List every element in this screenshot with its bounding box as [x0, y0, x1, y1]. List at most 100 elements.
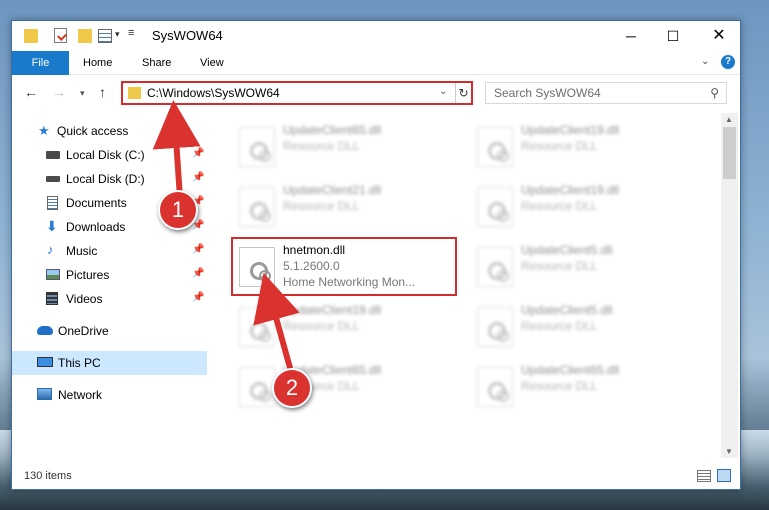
address-row: ← → ▾ ↑ C:\Windows\SysWOW64 ⌄ ↻ ⚲ — [12, 79, 740, 109]
documents-icon — [47, 196, 58, 210]
sidebar-item-label: Local Disk (D:) — [66, 172, 145, 186]
tab-file[interactable]: File — [12, 51, 69, 75]
file-name: UpdateClient21.dll — [283, 183, 382, 197]
sidebar-item-videos[interactable]: Videos 📌 — [12, 287, 207, 311]
downloads-icon: ⬇ — [46, 218, 58, 234]
new-folder-icon[interactable] — [78, 29, 92, 43]
expand-ribbon-icon[interactable]: ⌄ — [701, 56, 709, 67]
scroll-down-icon[interactable]: ▼ — [725, 447, 733, 456]
file-tile[interactable]: UpdateClient5.dll Resource DLL — [469, 239, 689, 295]
pin-icon: 📌 — [192, 172, 205, 183]
customize-toolbar-icon[interactable]: ≡ — [128, 27, 134, 43]
file-type: Resource DLL — [521, 319, 598, 333]
sidebar-item-local-disk-c[interactable]: Local Disk (C:) 📌 — [12, 143, 207, 167]
sidebar-item-label: Pictures — [66, 268, 110, 282]
forward-arrow-icon[interactable]: → — [52, 84, 66, 100]
sidebar-item-music[interactable]: ♪ Music 📌 — [12, 239, 207, 263]
file-tile[interactable]: UpdateClient65.dll Resource DLL — [231, 119, 451, 175]
onedrive-icon — [37, 326, 53, 335]
file-type: Resource DLL — [283, 319, 360, 333]
file-type: Resource DLL — [521, 139, 598, 153]
dll-file-icon — [239, 367, 275, 407]
network-icon — [37, 388, 52, 400]
dll-file-icon — [477, 187, 513, 227]
navigation-pane: ★ Quick access Local Disk (C:) 📌 Local D… — [12, 113, 207, 458]
step-2-badge: 2 — [272, 368, 312, 408]
chevron-down-icon[interactable]: ▾ — [115, 29, 120, 45]
sidebar-item-pictures[interactable]: Pictures 📌 — [12, 263, 207, 287]
pin-icon: 📌 — [192, 292, 205, 303]
file-tile[interactable]: UpdateClient65.dll Resource DLL — [231, 359, 451, 415]
minimize-button[interactable]: ─ — [608, 21, 654, 51]
pin-icon: 📌 — [192, 148, 205, 159]
search-box[interactable]: ⚲ — [485, 82, 727, 104]
file-name: UpdateClient65.dll — [283, 123, 382, 137]
file-name: UpdateClient5.dll — [521, 303, 613, 317]
back-arrow-icon[interactable]: ← — [24, 84, 38, 100]
sidebar-item-label: Quick access — [57, 124, 129, 138]
sidebar-item-local-disk-d[interactable]: Local Disk (D:) 📌 — [12, 167, 207, 191]
sidebar-item-label: Local Disk (C:) — [66, 148, 145, 162]
help-icon[interactable]: ? — [721, 55, 735, 69]
file-tile[interactable]: UpdateClient65.dll Resource DLL — [469, 359, 689, 415]
pin-icon: 📌 — [192, 268, 205, 279]
pin-icon: 📌 — [192, 244, 205, 255]
computer-icon — [37, 357, 53, 367]
search-icon[interactable]: ⚲ — [710, 86, 719, 100]
sidebar-item-label: Music — [66, 244, 98, 258]
scroll-up-icon[interactable]: ▲ — [725, 115, 733, 124]
sidebar-item-quick-access[interactable]: ★ Quick access — [12, 119, 207, 143]
dll-file-icon — [477, 367, 513, 407]
dll-file-icon — [477, 247, 513, 287]
file-tile[interactable]: UpdateClient19.dll Resource DLL — [231, 299, 451, 355]
folder-icon — [128, 87, 141, 99]
ribbon: File Home Share View ⌄ ? — [12, 51, 740, 75]
dll-file-icon — [239, 127, 275, 167]
tab-view[interactable]: View — [200, 51, 224, 75]
search-input[interactable] — [494, 83, 704, 103]
title-bar: ▾ ≡ SysWOW64 ─ ☐ ✕ — [12, 21, 740, 51]
window-title: SysWOW64 — [152, 28, 223, 43]
drive-icon — [46, 176, 60, 182]
sidebar-item-label: OneDrive — [58, 324, 109, 338]
details-view-icon[interactable] — [697, 470, 711, 482]
recent-locations-icon[interactable]: ▾ — [80, 88, 85, 99]
up-arrow-icon[interactable]: ↑ — [99, 84, 106, 100]
vertical-scrollbar[interactable]: ▲ ▼ — [721, 113, 738, 458]
file-type: Resource DLL — [521, 259, 598, 273]
sidebar-item-this-pc[interactable]: This PC — [12, 351, 207, 375]
step-1-badge: 1 — [158, 190, 198, 230]
file-name: UpdateClient19.dll — [283, 303, 382, 317]
chevron-down-icon[interactable]: ⌄ — [439, 86, 447, 97]
highlight-box — [231, 237, 457, 296]
pictures-icon — [46, 269, 60, 280]
sidebar-item-label: Videos — [66, 292, 103, 306]
address-bar[interactable]: C:\Windows\SysWOW64 ⌄ ↻ — [121, 81, 473, 105]
address-path[interactable]: C:\Windows\SysWOW64 — [147, 86, 280, 100]
file-tile[interactable]: UpdateClient19.dll Resource DLL — [469, 119, 689, 175]
file-type: Resource DLL — [283, 199, 360, 213]
view-icon[interactable] — [98, 29, 112, 43]
file-name: UpdateClient19.dll — [521, 123, 620, 137]
tiles-view-icon[interactable] — [717, 469, 731, 482]
file-tile[interactable]: UpdateClient5.dll Resource DLL — [469, 299, 689, 355]
properties-icon[interactable] — [54, 28, 67, 43]
sidebar-item-label: Downloads — [66, 220, 126, 234]
refresh-icon[interactable]: ↻ — [455, 83, 471, 103]
file-tile[interactable]: UpdateClient19.dll Resource DLL — [469, 179, 689, 235]
maximize-button[interactable]: ☐ — [650, 21, 696, 51]
sidebar-item-label: This PC — [58, 356, 101, 370]
tab-home[interactable]: Home — [83, 51, 112, 75]
file-name: UpdateClient5.dll — [521, 243, 613, 257]
file-type: Resource DLL — [521, 199, 598, 213]
scrollbar-thumb[interactable] — [723, 127, 736, 179]
tab-share[interactable]: Share — [142, 51, 171, 75]
close-button[interactable]: ✕ — [696, 21, 742, 51]
status-bar: 130 items — [12, 465, 740, 489]
item-count: 130 items — [24, 470, 72, 482]
sidebar-item-label: Network — [58, 388, 103, 402]
sidebar-item-onedrive[interactable]: OneDrive — [12, 319, 207, 343]
sidebar-item-network[interactable]: Network — [12, 383, 207, 407]
file-tile[interactable]: UpdateClient21.dll Resource DLL — [231, 179, 451, 235]
dll-file-icon — [477, 127, 513, 167]
